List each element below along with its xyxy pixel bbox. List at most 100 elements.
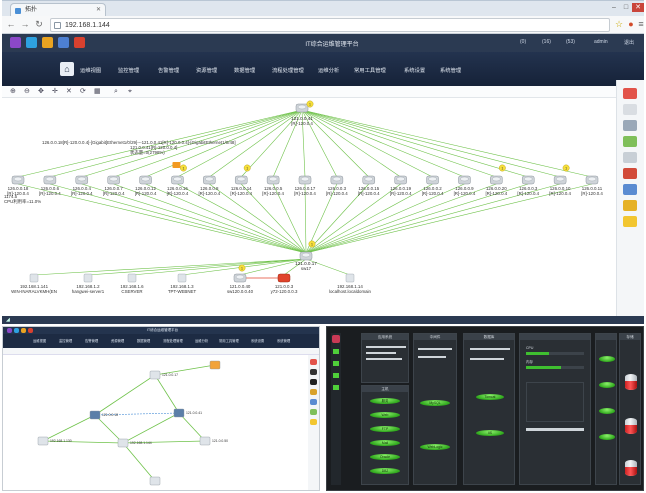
secondary-menu-6[interactable]: 运维分析: [195, 338, 208, 343]
tool-grid-icon[interactable]: [623, 184, 637, 195]
mini-node-0[interactable]: [149, 370, 161, 380]
tool-folder-icon[interactable]: [623, 104, 637, 115]
header-logout[interactable]: 退出: [624, 39, 634, 46]
tool-text-icon[interactable]: [623, 200, 637, 211]
pill-iis[interactable]: IIS: [476, 430, 504, 436]
resource-shortcut-icon[interactable]: [58, 37, 69, 48]
search-icon[interactable]: ⌕: [114, 87, 118, 97]
tool-switch-icon[interactable]: [623, 136, 637, 147]
pill-web[interactable]: Web: [370, 412, 400, 418]
forward-icon[interactable]: →: [20, 19, 30, 30]
row-router-node[interactable]: [490, 175, 503, 185]
menu-item-7[interactable]: 常用工具管理: [354, 66, 386, 74]
mini-node-6[interactable]: [149, 476, 161, 486]
mini-node-1[interactable]: [89, 410, 101, 420]
header-stat-53[interactable]: (53): [566, 39, 575, 45]
mini-node-5[interactable]: [199, 436, 211, 446]
dashboard-nav-4-icon[interactable]: [333, 385, 339, 390]
row-router-node[interactable]: [171, 175, 184, 185]
maximize-icon[interactable]: □: [620, 3, 632, 12]
secondary-menu-2[interactable]: 告警管理: [85, 338, 98, 343]
row-router-node[interactable]: [362, 175, 376, 185]
row-router-node[interactable]: [107, 175, 120, 185]
secondary-launcher-icon[interactable]: [7, 328, 12, 333]
secondary-tool-link-icon[interactable]: [310, 409, 317, 415]
back-icon[interactable]: ←: [6, 19, 16, 30]
router-node-sw40[interactable]: [233, 273, 247, 283]
alarm-router-node[interactable]: [277, 273, 291, 283]
topology-canvas[interactable]: 1 121.0.0.41 [R]-120.0.4 126.0.0.18[R]-120.…: [2, 98, 616, 326]
menu-item-4[interactable]: 数据管理: [234, 66, 255, 74]
tool-shuffle-icon[interactable]: [623, 88, 637, 99]
row-router-node[interactable]: [43, 175, 57, 185]
page-info-icon[interactable]: [54, 22, 61, 29]
pill-mysql[interactable]: MySQL: [420, 400, 450, 406]
dashboard-nav-3-icon[interactable]: [333, 373, 339, 378]
browser-menu-icon[interactable]: ≡: [636, 19, 646, 30]
secondary-menu-1[interactable]: 监控管理: [59, 338, 72, 343]
bookmark-star-icon[interactable]: ☆: [614, 19, 624, 30]
layout-icon[interactable]: ▦: [94, 87, 101, 97]
minimize-icon[interactable]: –: [608, 3, 620, 12]
pill-link-4[interactable]: [599, 434, 615, 440]
reload-icon[interactable]: ↻: [34, 19, 44, 30]
refresh-icon[interactable]: ⟳: [80, 87, 86, 97]
row-router-node[interactable]: [11, 175, 25, 185]
dashboard-logo-icon[interactable]: [332, 335, 340, 343]
topology-graph[interactable]: 1121.0.0.41[R]-120.0.4126.0.0.18[R]-120.…: [2, 98, 616, 326]
row-router-node[interactable]: [521, 175, 535, 185]
menu-item-2[interactable]: 告警管理: [158, 66, 179, 74]
row-router-node[interactable]: [139, 175, 152, 185]
mini-node-7[interactable]: [209, 360, 221, 370]
row-router-node[interactable]: [234, 175, 248, 185]
row-router-node[interactable]: [75, 175, 89, 185]
delete-icon[interactable]: ✕: [66, 87, 72, 97]
home-icon[interactable]: ⌂: [60, 62, 74, 76]
header-stat-16[interactable]: (16): [542, 39, 551, 45]
row-router-node[interactable]: [394, 175, 407, 185]
row-router-node[interactable]: [298, 175, 312, 185]
header-user[interactable]: admin: [594, 39, 608, 45]
mini-node-3[interactable]: [37, 436, 49, 446]
secondary-menu-8[interactable]: 系统设置: [251, 338, 264, 343]
address-bar[interactable]: 192.168.1.144: [50, 18, 610, 32]
storage-cylinder-2[interactable]: [625, 418, 637, 434]
tool-server-icon[interactable]: [623, 120, 637, 131]
pill-weblogic[interactable]: WebLogic: [420, 444, 450, 450]
pill-link-1[interactable]: [599, 356, 615, 362]
secondary-graph[interactable]: 121.0.0.17 121.0.0.18 121.0.0.41 192.168.1.…: [3, 355, 307, 489]
mini-node-2[interactable]: [173, 408, 185, 418]
fit-view-icon[interactable]: ✥: [38, 87, 44, 97]
menu-item-0[interactable]: 运维视图: [80, 66, 101, 74]
menu-item-3[interactable]: 资源管理: [196, 66, 217, 74]
row-router-node[interactable]: [203, 175, 216, 185]
dashboard-nav-2-icon[interactable]: [333, 361, 339, 366]
top-router-node[interactable]: [295, 103, 309, 113]
extension-icon[interactable]: ●: [626, 19, 636, 30]
app-launcher-icon[interactable]: [10, 37, 21, 48]
row-router-node[interactable]: [330, 175, 344, 185]
locate-icon[interactable]: ⌖: [128, 87, 132, 97]
pill-ftp[interactable]: FTP: [370, 426, 400, 432]
server-node-2[interactable]: [127, 273, 137, 283]
row-router-node[interactable]: [458, 175, 471, 185]
secondary-menu-7[interactable]: 常用工具管理: [219, 338, 239, 343]
hub-switch-node[interactable]: [299, 251, 313, 261]
row-router-node[interactable]: [585, 175, 599, 185]
close-window-icon[interactable]: ✕: [632, 3, 644, 12]
dashboard-nav-1-icon[interactable]: [333, 349, 339, 354]
row-router-node[interactable]: [266, 175, 280, 185]
menu-item-6[interactable]: 运维分析: [318, 66, 339, 74]
mini-node-4[interactable]: [117, 438, 129, 448]
secondary-menu-5[interactable]: 流程处理管理: [163, 338, 183, 343]
pill-db2[interactable]: DB2: [370, 468, 400, 474]
secondary-menu-0[interactable]: 运维视图: [33, 338, 46, 343]
zoom-in-icon[interactable]: ⊕: [10, 87, 16, 97]
pill-service[interactable]: 服务: [370, 398, 400, 404]
row-router-node[interactable]: [426, 175, 439, 185]
secondary-tool-grid-icon[interactable]: [310, 399, 317, 405]
secondary-tool-folder-icon[interactable]: [310, 389, 317, 395]
zoom-out-icon[interactable]: ⊖: [24, 87, 30, 97]
storage-cylinder-1[interactable]: [625, 374, 637, 390]
tool-link-icon[interactable]: [623, 152, 637, 163]
